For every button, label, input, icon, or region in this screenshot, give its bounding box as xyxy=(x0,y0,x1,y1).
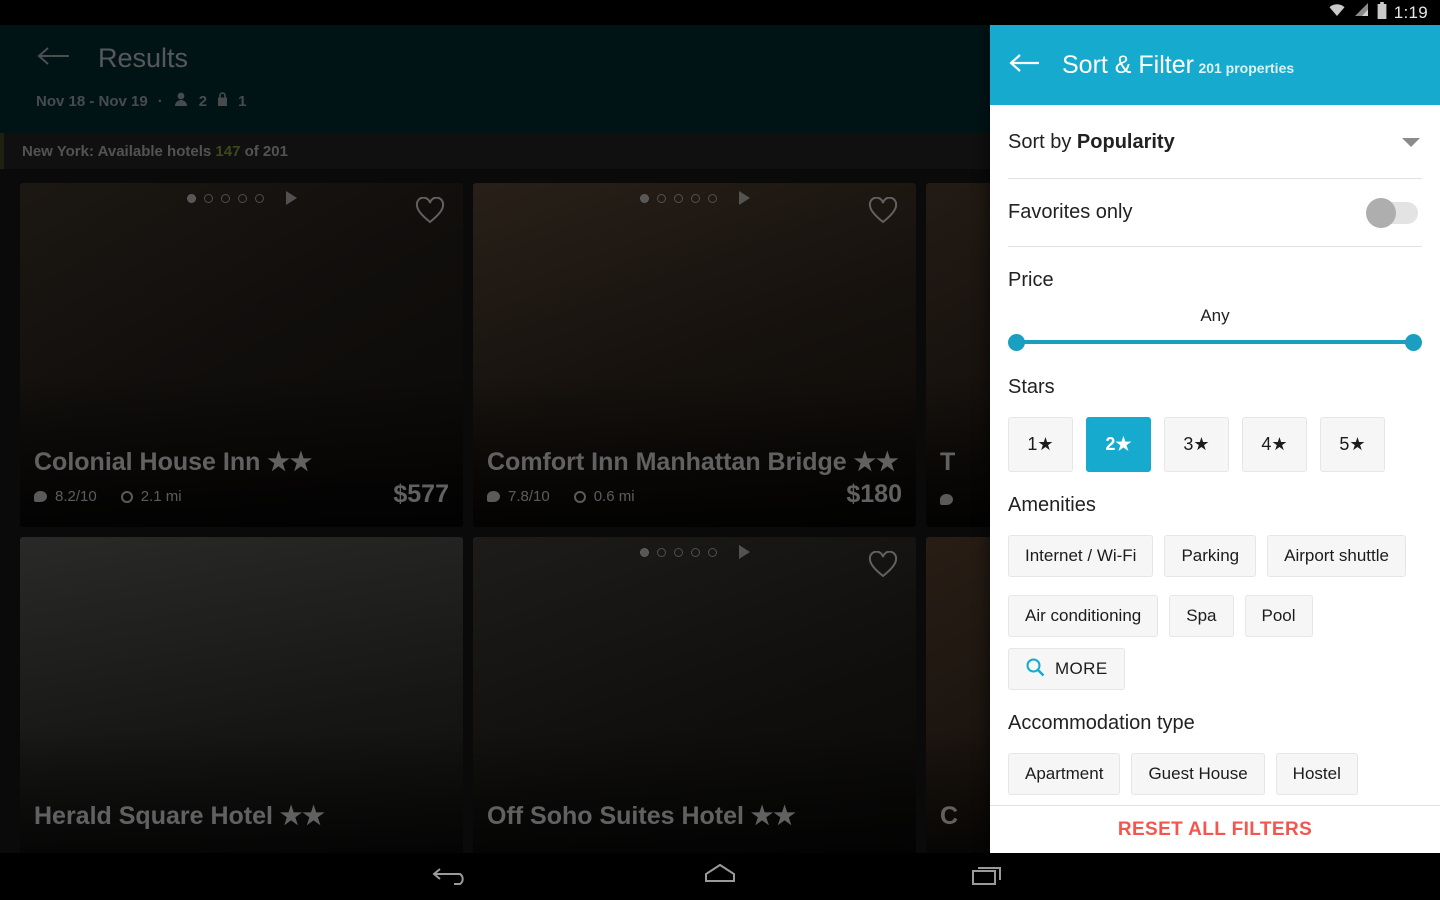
star-option-5[interactable]: 5★ xyxy=(1320,417,1385,472)
star-option-1[interactable]: 1★ xyxy=(1008,417,1073,472)
sort-by-value: Popularity xyxy=(1076,131,1175,153)
amenity-chip-airport-shuttle[interactable]: Airport shuttle xyxy=(1267,535,1406,577)
android-nav-bar xyxy=(0,853,1440,900)
favorites-only-row[interactable]: Favorites only xyxy=(990,179,1440,246)
panel-header: Sort & Filter 201 properties xyxy=(990,25,1440,105)
amenities-chips-row-1: Internet / Wi-Fi Parking Airport shuttle xyxy=(1008,535,1422,577)
panel-subtitle: 201 properties xyxy=(1198,59,1295,76)
amenities-more-button[interactable]: MORE xyxy=(1008,648,1125,690)
toggle-knob xyxy=(1366,197,1396,228)
sort-by-label: Sort by Popularity xyxy=(1008,131,1175,153)
back-arrow-icon[interactable] xyxy=(1008,51,1042,80)
nav-back-icon[interactable] xyxy=(432,859,474,894)
star-option-4[interactable]: 4★ xyxy=(1242,417,1307,472)
stars-options: 1★ 2★ 3★ 4★ 5★ xyxy=(1008,417,1422,472)
nav-home-icon[interactable] xyxy=(699,859,741,894)
nav-recents-icon[interactable] xyxy=(966,859,1008,894)
status-bar: 1:19 xyxy=(0,0,1440,25)
signal-icon xyxy=(1354,2,1370,23)
accommodation-chip-guest-house[interactable]: Guest House xyxy=(1131,753,1265,795)
amenity-chip-internet[interactable]: Internet / Wi-Fi xyxy=(1008,535,1154,577)
amenities-chips-row-2: Air conditioning Spa Pool MORE xyxy=(1008,595,1422,690)
stars-label: Stars xyxy=(1008,376,1055,398)
amenities-more-label: MORE xyxy=(1055,659,1108,678)
star-option-3[interactable]: 3★ xyxy=(1164,417,1229,472)
price-value: Any xyxy=(1200,306,1230,325)
chevron-down-icon[interactable] xyxy=(1402,138,1420,147)
slider-thumb-min[interactable] xyxy=(1008,334,1025,351)
star-option-2[interactable]: 2★ xyxy=(1086,417,1151,472)
amenity-chip-pool[interactable]: Pool xyxy=(1244,595,1313,637)
panel-title: Sort & Filter xyxy=(1062,50,1194,79)
panel-body: Sort by Popularity Favorites only Price … xyxy=(990,105,1440,853)
device-screen: 1:19 Results Nov 18 - Nov 19 · 2 1 xyxy=(0,0,1440,900)
accommodation-chip-apartment[interactable]: Apartment xyxy=(1008,753,1121,795)
sort-filter-panel: Sort & Filter 201 properties Sort by Pop… xyxy=(990,25,1440,853)
battery-icon xyxy=(1377,1,1387,24)
accommodation-chip-hostel[interactable]: Hostel xyxy=(1275,753,1358,795)
amenities-section: Amenities Internet / Wi-Fi Parking Airpo… xyxy=(990,472,1440,690)
amenity-chip-spa[interactable]: Spa xyxy=(1169,595,1234,637)
amenity-chip-air-conditioning[interactable]: Air conditioning xyxy=(1008,595,1159,637)
status-clock: 1:19 xyxy=(1393,2,1428,22)
slider-track xyxy=(1016,340,1414,344)
search-icon xyxy=(1025,657,1045,682)
slider-thumb-max[interactable] xyxy=(1405,334,1422,351)
price-range-slider[interactable]: Any xyxy=(1008,306,1422,354)
stars-section: Stars 1★ 2★ 3★ 4★ 5★ xyxy=(990,354,1440,472)
price-label: Price xyxy=(1008,269,1054,291)
wifi-icon xyxy=(1327,2,1347,23)
sort-by-row[interactable]: Sort by Popularity xyxy=(990,105,1440,178)
accommodation-label: Accommodation type xyxy=(1008,712,1195,734)
favorites-only-label: Favorites only xyxy=(1008,201,1133,223)
reset-all-filters-button[interactable]: RESET ALL FILTERS xyxy=(1118,819,1312,841)
amenity-chip-parking[interactable]: Parking xyxy=(1164,535,1257,577)
favorites-only-toggle[interactable] xyxy=(1366,197,1418,228)
price-section: Price Any xyxy=(990,247,1440,354)
amenities-label: Amenities xyxy=(1008,494,1096,516)
panel-footer: RESET ALL FILTERS xyxy=(990,805,1440,853)
